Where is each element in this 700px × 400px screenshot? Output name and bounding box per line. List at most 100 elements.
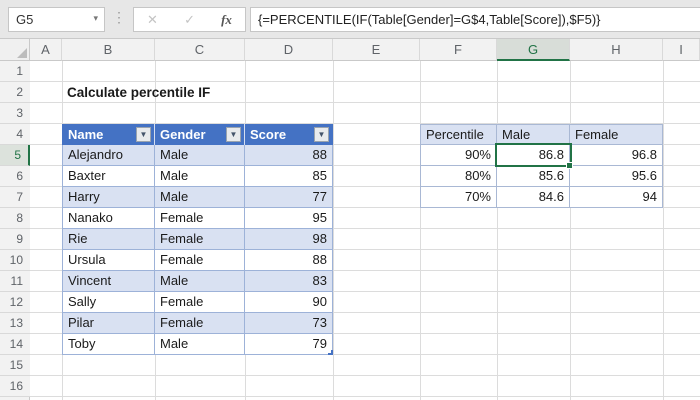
row-header-13[interactable]: 13 — [0, 313, 30, 334]
gender-cell[interactable]: Female — [155, 313, 245, 334]
column-header-a[interactable]: A — [30, 39, 62, 61]
percentile-row: 80% 85.6 95.6 — [420, 166, 664, 187]
select-all-triangle-icon — [17, 48, 27, 58]
female-value-cell[interactable]: 96.8 — [570, 145, 663, 166]
male-value-cell[interactable]: 84.6 — [497, 187, 570, 208]
score-cell[interactable]: 77 — [245, 187, 333, 208]
column-header-i[interactable]: I — [663, 39, 700, 61]
percentile-cell[interactable]: 90% — [420, 145, 497, 166]
gender-cell[interactable]: Female — [155, 229, 245, 250]
percentile-header-cell[interactable]: Percentile — [420, 124, 497, 145]
score-cell[interactable]: 90 — [245, 292, 333, 313]
percentile-header-row: Percentile Male Female — [420, 124, 664, 145]
formula-text: {=PERCENTILE(IF(Table[Gender]=G$4,Table[… — [258, 12, 601, 27]
male-value-cell[interactable]: 85.6 — [497, 166, 570, 187]
score-cell[interactable]: 95 — [245, 208, 333, 229]
data-table-header-row: Name ▼ Gender ▼ Score ▼ — [62, 124, 334, 145]
name-cell[interactable]: Alejandro — [62, 145, 155, 166]
header-cell-score[interactable]: Score ▼ — [245, 124, 333, 145]
name-cell[interactable]: Sally — [62, 292, 155, 313]
column-header-c[interactable]: C — [155, 39, 245, 61]
male-header-cell[interactable]: Male — [497, 124, 570, 145]
score-cell[interactable]: 88 — [245, 145, 333, 166]
score-cell[interactable]: 85 — [245, 166, 333, 187]
gender-cell[interactable]: Male — [155, 334, 245, 355]
name-cell[interactable]: Vincent — [62, 271, 155, 292]
gridline — [420, 61, 421, 400]
fill-handle[interactable] — [566, 162, 573, 169]
formula-bar-buttons: ✕ ✓ fx — [133, 7, 246, 32]
row-header-4[interactable]: 4 — [0, 124, 30, 145]
row-header-8[interactable]: 8 — [0, 208, 30, 229]
name-cell[interactable]: Ursula — [62, 250, 155, 271]
gender-cell[interactable]: Male — [155, 145, 245, 166]
filter-dropdown-icon[interactable]: ▼ — [136, 127, 151, 142]
female-header-cell[interactable]: Female — [570, 124, 663, 145]
gridline — [663, 61, 664, 400]
name-box[interactable]: G5 ▾ — [8, 7, 105, 32]
select-all-button[interactable] — [0, 39, 30, 61]
score-cell[interactable]: 79 — [245, 334, 333, 355]
filter-dropdown-icon[interactable]: ▼ — [314, 127, 329, 142]
table-row: Toby Male 79 — [62, 334, 334, 355]
row-header-3[interactable]: 3 — [0, 103, 30, 124]
name-box-dropdown-icon[interactable]: ▾ — [93, 13, 98, 24]
formula-input[interactable]: {=PERCENTILE(IF(Table[Gender]=G$4,Table[… — [250, 7, 700, 32]
table-row: Ursula Female 88 — [62, 250, 334, 271]
gender-cell[interactable]: Female — [155, 250, 245, 271]
filter-dropdown-icon[interactable]: ▼ — [226, 127, 241, 142]
cancel-icon[interactable]: ✕ — [147, 8, 158, 31]
table-row: Vincent Male 83 — [62, 271, 334, 292]
row-header-16[interactable]: 16 — [0, 376, 30, 397]
row-header-7[interactable]: 7 — [0, 187, 30, 208]
sheet-title[interactable]: Calculate percentile IF — [67, 82, 210, 103]
column-header-e[interactable]: E — [333, 39, 420, 61]
name-cell[interactable]: Rie — [62, 229, 155, 250]
enter-icon[interactable]: ✓ — [184, 8, 195, 31]
row-header-11[interactable]: 11 — [0, 271, 30, 292]
column-header-f[interactable]: F — [420, 39, 497, 61]
name-cell[interactable]: Toby — [62, 334, 155, 355]
gender-cell[interactable]: Male — [155, 187, 245, 208]
score-cell[interactable]: 98 — [245, 229, 333, 250]
row-header-12[interactable]: 12 — [0, 292, 30, 313]
row-header-1[interactable]: 1 — [0, 61, 30, 82]
row-header-2[interactable]: 2 — [0, 82, 30, 103]
gender-cell[interactable]: Male — [155, 271, 245, 292]
table-row: Sally Female 90 — [62, 292, 334, 313]
header-cell-name[interactable]: Name ▼ — [62, 124, 155, 145]
data-table: Name ▼ Gender ▼ Score ▼ Alejandro Male 8… — [62, 124, 334, 355]
percentile-table: Percentile Male Female 90% 86.8 96.8 80%… — [420, 124, 664, 208]
table-row: Baxter Male 85 — [62, 166, 334, 187]
column-header-g-selected[interactable]: G — [497, 39, 570, 61]
score-cell[interactable]: 88 — [245, 250, 333, 271]
gender-cell[interactable]: Female — [155, 208, 245, 229]
female-value-cell[interactable]: 94 — [570, 187, 663, 208]
name-box-value: G5 — [16, 12, 34, 27]
male-value-cell-selected[interactable]: 86.8 — [497, 145, 570, 166]
female-value-cell[interactable]: 95.6 — [570, 166, 663, 187]
percentile-cell[interactable]: 70% — [420, 187, 497, 208]
column-header-h[interactable]: H — [570, 39, 663, 61]
insert-function-icon[interactable]: fx — [221, 8, 232, 31]
name-cell[interactable]: Harry — [62, 187, 155, 208]
table-resize-handle[interactable] — [328, 350, 333, 355]
row-header-9[interactable]: 9 — [0, 229, 30, 250]
table-row: Harry Male 77 — [62, 187, 334, 208]
gender-cell[interactable]: Female — [155, 292, 245, 313]
name-cell[interactable]: Pilar — [62, 313, 155, 334]
row-header-14[interactable]: 14 — [0, 334, 30, 355]
score-cell[interactable]: 83 — [245, 271, 333, 292]
name-cell[interactable]: Nanako — [62, 208, 155, 229]
name-cell[interactable]: Baxter — [62, 166, 155, 187]
row-header-5-selected[interactable]: 5 — [0, 145, 30, 166]
header-cell-gender[interactable]: Gender ▼ — [155, 124, 245, 145]
row-header-10[interactable]: 10 — [0, 250, 30, 271]
score-cell[interactable]: 73 — [245, 313, 333, 334]
gender-cell[interactable]: Male — [155, 166, 245, 187]
row-header-15[interactable]: 15 — [0, 355, 30, 376]
percentile-cell[interactable]: 80% — [420, 166, 497, 187]
row-header-6[interactable]: 6 — [0, 166, 30, 187]
column-header-d[interactable]: D — [245, 39, 333, 61]
column-header-b[interactable]: B — [62, 39, 155, 61]
